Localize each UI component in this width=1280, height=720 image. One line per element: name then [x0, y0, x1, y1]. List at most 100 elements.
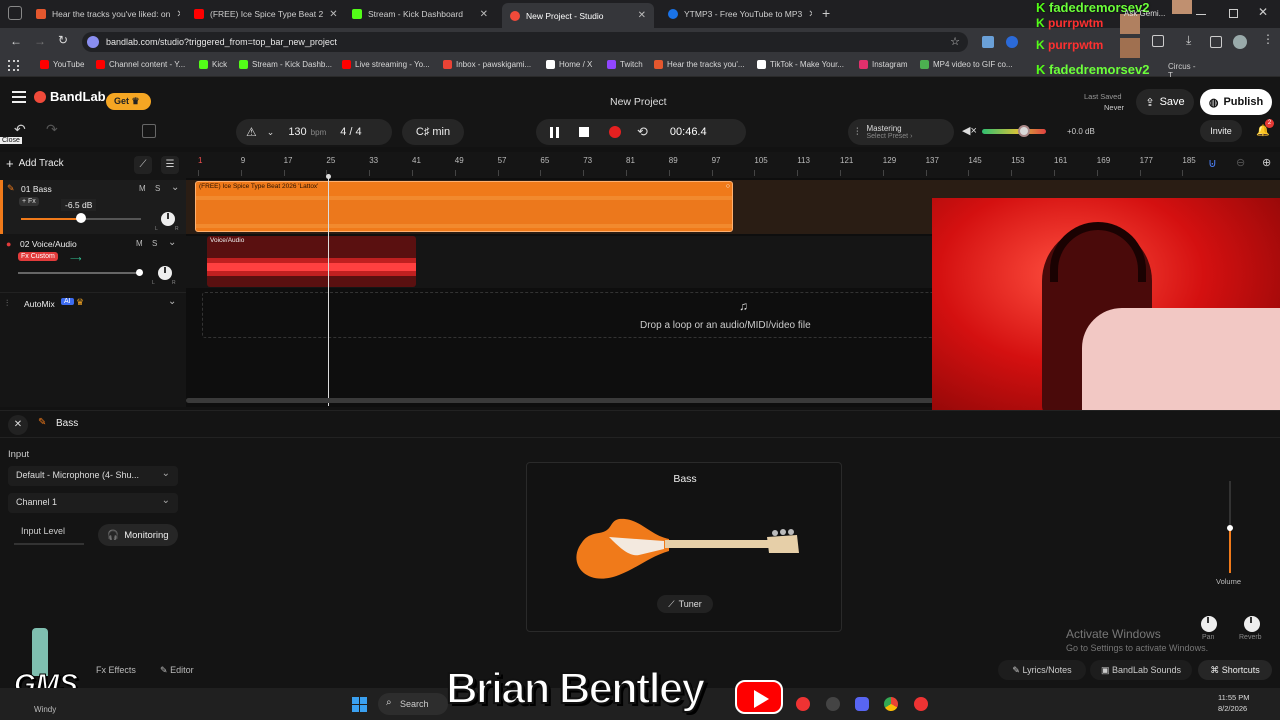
shortcuts-button[interactable]: ⌘ Shortcuts: [1198, 660, 1272, 680]
record-button[interactable]: [609, 126, 621, 138]
browser-tab[interactable]: Stream - Kick Dashboard ✕: [344, 4, 496, 24]
piano-keyboard-icon[interactable]: [142, 124, 156, 138]
volume-fader-handle[interactable]: [1227, 525, 1233, 531]
solo-button[interactable]: S: [152, 239, 157, 248]
bookmark-star-icon[interactable]: ☆: [950, 32, 960, 52]
bookmark-item[interactable]: Hear the tracks you'...: [654, 60, 745, 69]
browser-tab[interactable]: (FREE) Ice Spice Type Beat 2 ✕: [186, 4, 338, 24]
bookmark-item[interactable]: Twitch: [607, 60, 643, 69]
bookmark-item[interactable]: YouTube: [40, 60, 84, 69]
playhead-marker[interactable]: [326, 174, 331, 179]
track-header-voice[interactable]: ● 02 Voice/Audio M S ⌄ Fx Custom ⟶ L R: [0, 236, 186, 288]
pan-knob[interactable]: [161, 212, 175, 226]
ask-gemini-button[interactable]: Ask Gemi...: [1124, 9, 1165, 18]
add-fx-button[interactable]: + Fx: [19, 197, 39, 206]
voice-audio-clip[interactable]: Voice/Audio: [207, 236, 416, 287]
discord-icon[interactable]: [855, 697, 869, 711]
add-track-button[interactable]: + Add Track: [6, 156, 64, 171]
pan-knob[interactable]: [158, 266, 172, 280]
metronome-dropdown-icon[interactable]: ⌄: [267, 127, 275, 138]
bookmark-item[interactable]: Live streaming - Yo...: [342, 60, 430, 69]
pause-button[interactable]: [550, 126, 559, 138]
extension-icon[interactable]: [1006, 36, 1018, 48]
chrome-icon[interactable]: [884, 697, 898, 711]
zoom-out-icon[interactable]: ⊖: [1236, 156, 1245, 169]
browser-tab[interactable]: YTMP3 - Free YouTube to MP3 ✕: [660, 4, 812, 24]
editor-button[interactable]: ✎ Editor: [160, 665, 194, 676]
automation-icon[interactable]: ⟋: [134, 156, 152, 174]
tuner-button[interactable]: ⟋ Tuner: [657, 595, 713, 613]
profile-avatar[interactable]: [1233, 35, 1247, 49]
bookmark-item[interactable]: Stream - Kick Dashb...: [239, 60, 332, 69]
close-tab-icon[interactable]: ✕: [808, 9, 812, 20]
track-name[interactable]: 02 Voice/Audio: [20, 239, 77, 249]
track-name[interactable]: 01 Bass: [21, 184, 52, 194]
tempo-value[interactable]: 130: [288, 126, 306, 138]
taskbar-app-icon[interactable]: [796, 697, 810, 711]
bandlab-sounds-button[interactable]: ▣ BandLab Sounds: [1090, 660, 1192, 680]
taskbar-app-icon[interactable]: [914, 697, 928, 711]
loop-icon[interactable]: ⟲: [637, 124, 648, 140]
tab-list-icon[interactable]: [8, 6, 22, 20]
input-device-select[interactable]: Default - Microphone (4- Shu... ⌄: [8, 466, 178, 486]
close-tab-icon[interactable]: ✕: [176, 9, 180, 20]
close-panel-icon[interactable]: ✕: [8, 415, 28, 435]
fx-custom-badge[interactable]: Fx Custom: [18, 252, 58, 261]
mute-button[interactable]: M: [136, 239, 143, 248]
track-volume-handle[interactable]: [136, 269, 143, 276]
monitoring-button[interactable]: 🎧 Monitoring: [98, 524, 178, 546]
forward-icon[interactable]: →: [34, 34, 46, 48]
bookmark-item[interactable]: TikTok - Make Your...: [757, 60, 844, 69]
clip-loop-handle-icon[interactable]: ○: [726, 183, 730, 190]
bookmark-item[interactable]: Kick: [199, 60, 227, 69]
reverb-knob[interactable]: [1244, 616, 1260, 632]
bookmark-item[interactable]: Instagram: [859, 60, 908, 69]
back-icon[interactable]: ←: [10, 34, 22, 48]
browser-tab-active[interactable]: New Project - Studio ✕: [502, 3, 654, 28]
url-input[interactable]: bandlab.com/studio?triggered_from=top_ba…: [82, 32, 968, 52]
reload-icon[interactable]: ↻: [58, 33, 68, 47]
taskbar-app-icon[interactable]: [826, 697, 840, 711]
publish-button[interactable]: ◍ Publish: [1200, 89, 1272, 115]
browser-tab[interactable]: Hear the tracks you've liked: on ✕: [28, 4, 180, 24]
master-volume-slider[interactable]: [982, 129, 1046, 134]
bass-audio-clip[interactable]: (FREE) Ice Spice Type Beat 2026 'Lattox'…: [195, 181, 733, 232]
get-membership-button[interactable]: Get ♛: [106, 93, 151, 110]
redo-icon[interactable]: ↷: [46, 121, 58, 138]
chevron-down-icon[interactable]: ⌄: [171, 182, 179, 193]
apps-grid-icon[interactable]: [8, 60, 19, 71]
extension-icon[interactable]: [982, 36, 994, 48]
track-settings-icon[interactable]: ☰: [161, 156, 179, 174]
minimize-button[interactable]: [1196, 14, 1206, 15]
horizontal-scrollbar[interactable]: [186, 398, 946, 403]
playhead[interactable]: [328, 176, 329, 406]
maximize-button[interactable]: [1229, 9, 1238, 18]
channel-select[interactable]: Channel 1 ⌄: [8, 493, 178, 513]
project-title[interactable]: New Project: [610, 96, 667, 108]
hamburger-menu-icon[interactable]: [12, 91, 26, 103]
master-volume-handle[interactable]: [1018, 125, 1030, 137]
time-signature[interactable]: 4 / 4: [340, 126, 361, 138]
mute-button[interactable]: M: [139, 184, 146, 193]
drop-zone[interactable]: ♫ Drop a loop or an audio/MIDI/video fil…: [202, 292, 942, 338]
close-tab-icon[interactable]: ✕: [638, 10, 646, 21]
pan-knob[interactable]: [1201, 616, 1217, 632]
key-selector[interactable]: C♯ min: [402, 119, 464, 145]
bookmark-item[interactable]: Channel content - Y...: [96, 60, 185, 69]
timeline-ruler[interactable]: 1 9 17 25 33 41 49 57 65 73 81 89 97 105 113 121 129 137 1…: [186, 152, 1280, 178]
bookmark-item[interactable]: MP4 video to GIF co...: [920, 60, 1013, 69]
close-tab-icon[interactable]: ✕: [480, 9, 488, 20]
metronome-icon[interactable]: ⚠: [246, 125, 257, 139]
close-window-button[interactable]: ✕: [1258, 5, 1268, 19]
split-view-icon[interactable]: [1210, 36, 1222, 48]
save-button[interactable]: ⇪ Save: [1136, 89, 1194, 115]
effects-button[interactable]: Fx Effects: [96, 665, 136, 675]
speaker-mute-icon[interactable]: ◀×: [962, 124, 977, 137]
close-tab-icon[interactable]: ✕: [329, 9, 337, 20]
browser-menu-icon[interactable]: ⋮: [1262, 32, 1274, 46]
snap-magnet-icon[interactable]: ⊍: [1208, 156, 1217, 170]
chevron-down-icon[interactable]: ⌄: [168, 237, 176, 248]
track-volume-slider[interactable]: [18, 272, 140, 274]
windows-start-icon[interactable]: [352, 697, 367, 712]
solo-button[interactable]: S: [155, 184, 160, 193]
